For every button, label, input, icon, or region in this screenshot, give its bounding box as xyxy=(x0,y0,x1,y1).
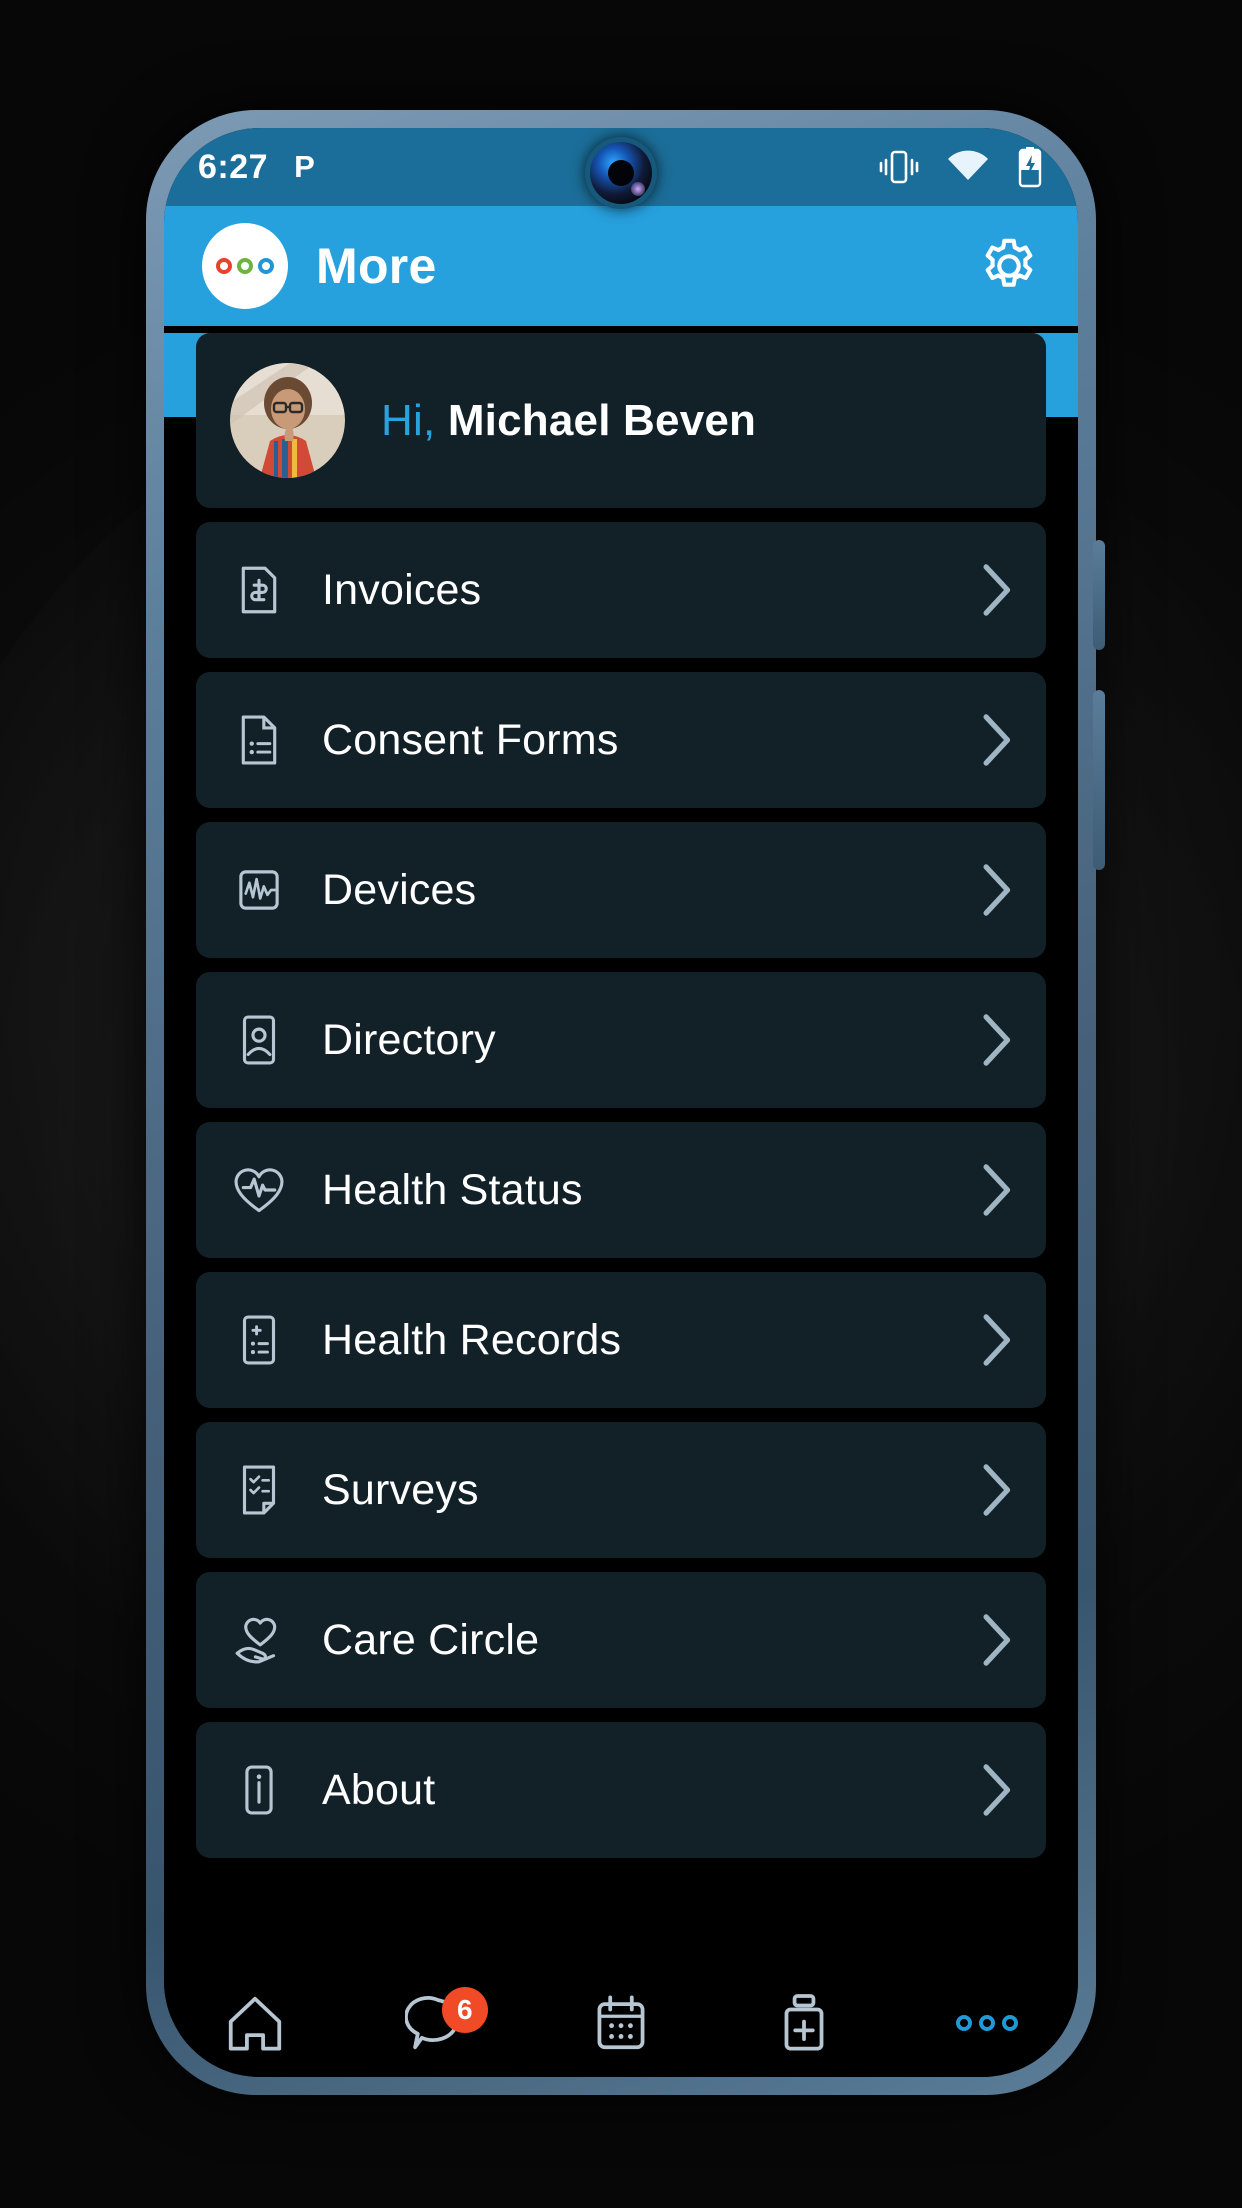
vibrate-icon xyxy=(879,150,919,184)
chevron-right-icon xyxy=(983,564,1011,616)
status-bar-icons xyxy=(878,146,1044,188)
tab-calendar[interactable] xyxy=(530,1963,713,2077)
menu-item-about[interactable]: About xyxy=(196,1722,1046,1858)
checklist-icon xyxy=(242,1465,276,1515)
menu-item-directory[interactable]: Directory xyxy=(196,972,1046,1108)
menu-item-label: Devices xyxy=(322,865,477,914)
volume-button[interactable] xyxy=(1093,540,1105,650)
phone-screen: 6:27 P More Hi, Michael Beven Invoices C… xyxy=(164,128,1078,2077)
chevron-right-icon xyxy=(983,1614,1011,1666)
menu-item-label: About xyxy=(322,1765,436,1814)
more-menu-list: Invoices Consent Forms Devices Directory… xyxy=(196,522,1046,1858)
invoice-dollar-icon xyxy=(241,566,277,614)
calendar-icon xyxy=(597,1995,645,2050)
menu-item-health-status[interactable]: Health Status xyxy=(196,1122,1046,1258)
greeting-prefix: Hi, xyxy=(381,395,436,445)
menu-item-label: Consent Forms xyxy=(322,715,619,764)
menu-item-consent-forms[interactable]: Consent Forms xyxy=(196,672,1046,808)
dot-1 xyxy=(955,2015,972,2031)
dot-3 xyxy=(1001,2015,1018,2031)
heart-in-hand-icon xyxy=(235,1617,277,1664)
menu-item-invoices[interactable]: Invoices xyxy=(196,522,1046,658)
heart-pulse-icon xyxy=(234,1168,284,1213)
menu-item-label: Health Records xyxy=(322,1315,622,1364)
front-camera-punchhole xyxy=(590,142,652,204)
medical-record-icon xyxy=(242,1315,276,1365)
chevron-right-icon xyxy=(983,1764,1011,1816)
tab-home[interactable] xyxy=(164,1963,347,2077)
page-title: More xyxy=(316,238,437,294)
battery-charging-icon xyxy=(1018,147,1042,188)
tab-more[interactable] xyxy=(895,1963,1078,2077)
menu-item-label: Care Circle xyxy=(322,1615,540,1664)
home-icon xyxy=(229,1996,282,2051)
user-avatar xyxy=(230,363,345,478)
carrier-glyph: P xyxy=(294,149,315,184)
info-icon xyxy=(245,1765,273,1815)
status-bar-time: 6:27 xyxy=(198,147,269,186)
chevron-right-icon xyxy=(983,864,1011,916)
tab-messages[interactable]: 6 xyxy=(347,1963,530,2077)
chevron-right-icon xyxy=(983,1464,1011,1516)
tab-medication[interactable] xyxy=(712,1963,895,2077)
chevron-right-icon xyxy=(983,1014,1011,1066)
person-card-icon xyxy=(242,1015,276,1065)
dot-2 xyxy=(978,2015,995,2031)
three-dots-icon xyxy=(955,2015,1018,2031)
greeting-text: Hi, Michael Beven xyxy=(381,396,756,446)
menu-item-devices[interactable]: Devices xyxy=(196,822,1046,958)
menu-item-care-circle[interactable]: Care Circle xyxy=(196,1572,1046,1708)
menu-item-health-records[interactable]: Health Records xyxy=(196,1272,1046,1408)
wifi-icon xyxy=(948,150,988,180)
chevron-right-icon xyxy=(983,1164,1011,1216)
bottom-tab-bar: 6 xyxy=(164,1963,1078,2077)
menu-item-label: Directory xyxy=(322,1015,496,1064)
power-button[interactable] xyxy=(1093,690,1105,870)
menu-item-label: Surveys xyxy=(322,1465,479,1514)
logo-ring-green xyxy=(237,258,253,274)
device-waveform-icon xyxy=(239,870,279,910)
unread-badge: 6 xyxy=(441,1987,488,2033)
chevron-right-icon xyxy=(983,1314,1011,1366)
pill-bottle-icon xyxy=(784,1994,824,2051)
menu-item-label: Health Status xyxy=(322,1165,583,1214)
more-menu-scroll-area[interactable]: Hi, Michael Beven Invoices Consent Forms… xyxy=(164,333,1078,1963)
status-bar: 6:27 P xyxy=(164,128,1078,206)
app-bar: More xyxy=(164,206,1078,326)
app-logo[interactable] xyxy=(202,223,288,309)
logo-ring-red xyxy=(216,258,232,274)
logo-ring-blue xyxy=(258,258,274,274)
menu-item-surveys[interactable]: Surveys xyxy=(196,1422,1046,1558)
document-lines-icon xyxy=(241,715,277,765)
user-name: Michael Beven xyxy=(447,395,757,445)
gear-icon[interactable] xyxy=(978,235,1040,297)
profile-card[interactable]: Hi, Michael Beven xyxy=(196,333,1046,508)
menu-item-label: Invoices xyxy=(322,565,482,614)
chevron-right-icon xyxy=(983,714,1011,766)
